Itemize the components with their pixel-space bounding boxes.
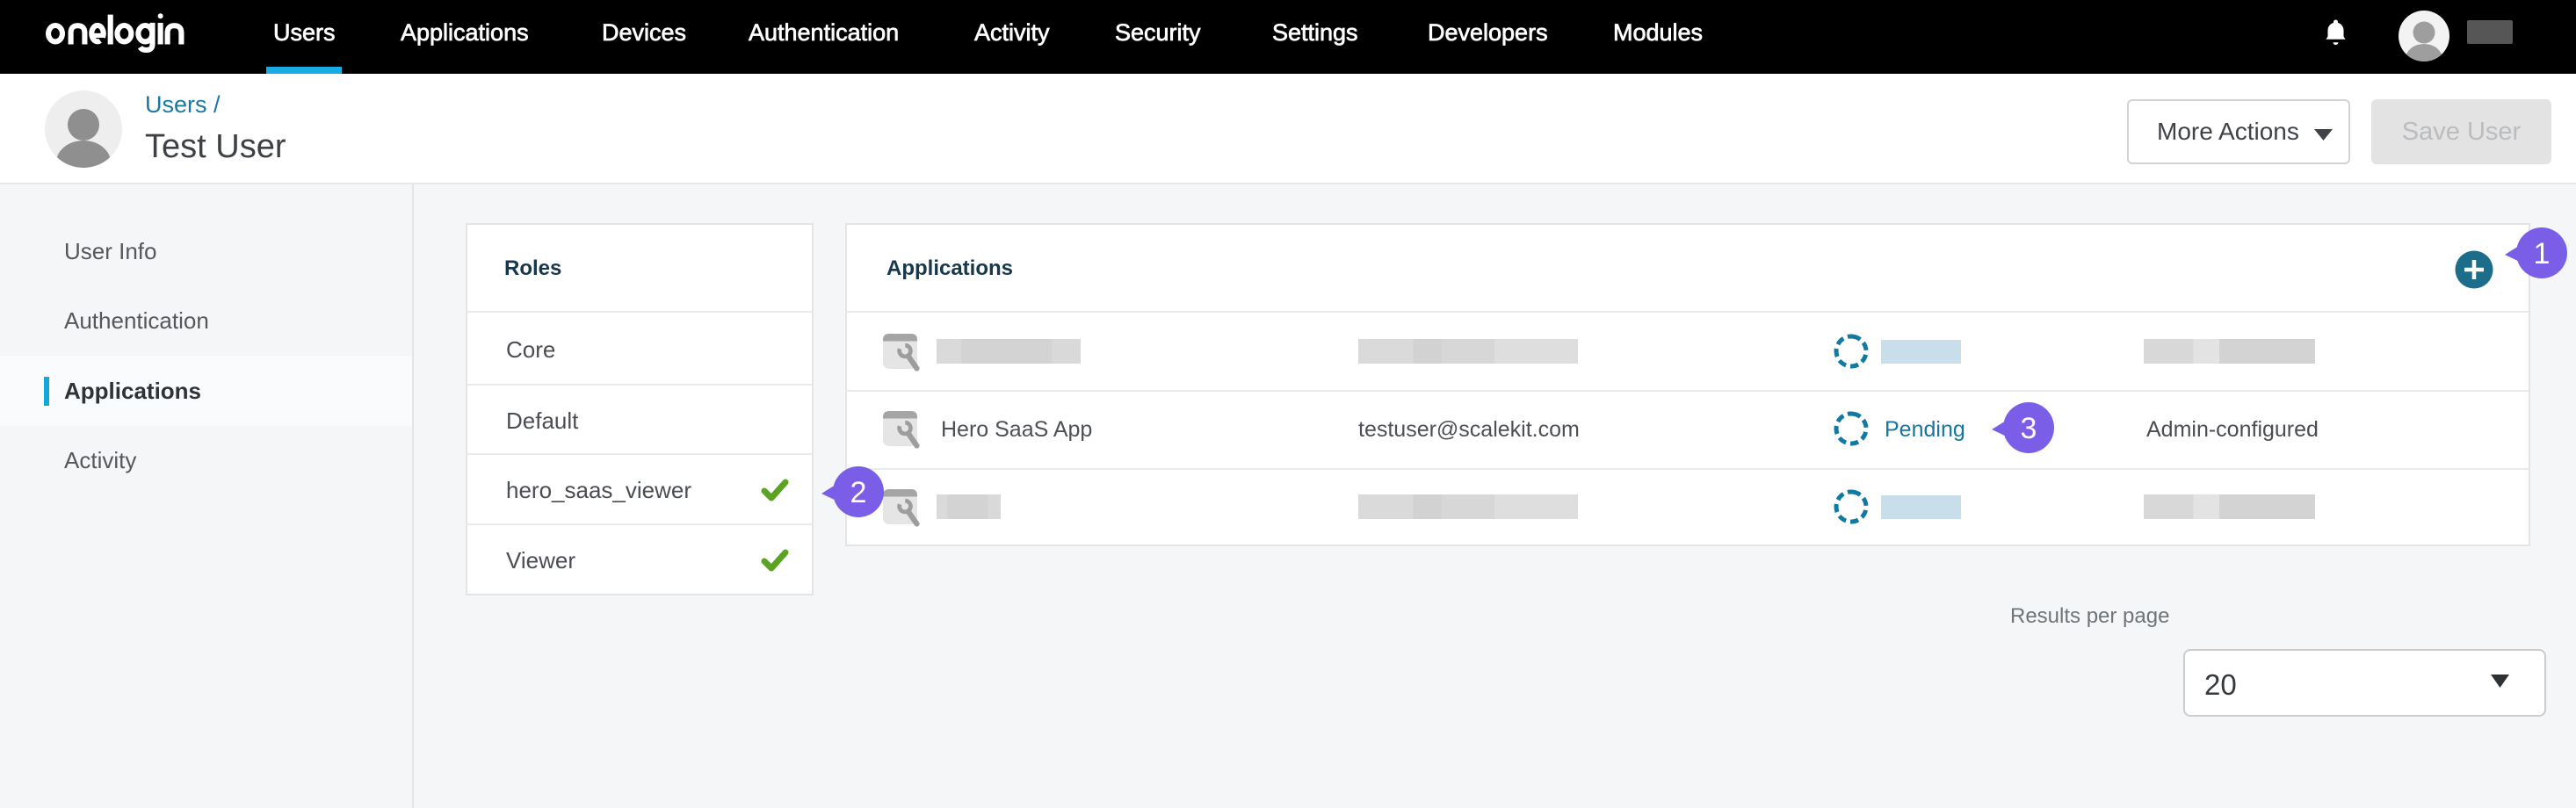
- svg-text:2: 2: [850, 476, 867, 509]
- svg-text:1: 1: [2534, 237, 2551, 271]
- svg-text:3: 3: [2021, 412, 2037, 445]
